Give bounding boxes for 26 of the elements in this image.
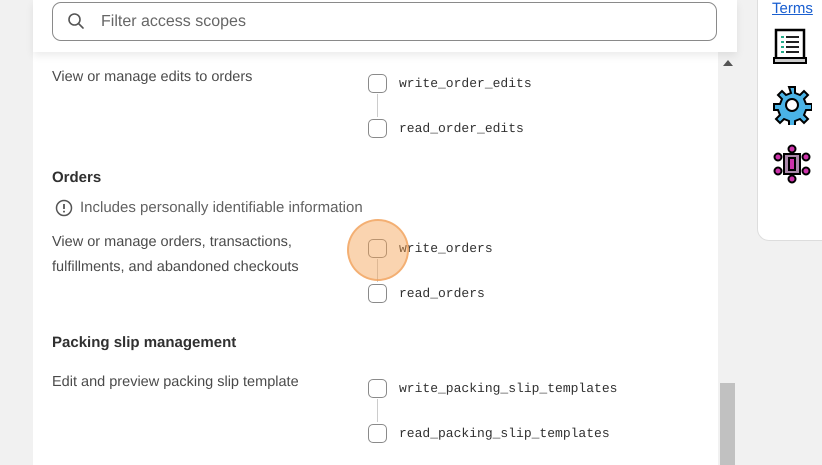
scope-name: write_order_edits <box>399 76 532 90</box>
checkbox[interactable] <box>368 284 387 302</box>
scrollbar[interactable] <box>718 52 737 465</box>
search-field[interactable]: Filter access scopes <box>52 2 717 41</box>
scope-name: read_order_edits <box>399 120 524 136</box>
checkbox[interactable] <box>368 118 387 138</box>
checkbox[interactable] <box>368 238 387 258</box>
scope-description: Edit and preview packing slip template <box>52 373 300 392</box>
terms-link[interactable]: Terms <box>772 0 813 17</box>
checkbox[interactable] <box>368 74 387 92</box>
warning-text: Includes personally identifiable information <box>80 198 363 218</box>
gear-icon[interactable] <box>772 85 812 125</box>
checkbox[interactable] <box>368 424 387 442</box>
scope-name: read_packing_slip_templates <box>399 426 610 440</box>
checkbox[interactable] <box>368 378 387 398</box>
scope-name: write_packing_slip_templates <box>399 380 618 396</box>
network-icon[interactable] <box>772 144 812 184</box>
warning-icon <box>55 199 73 217</box>
scope-name: read_orders <box>399 286 485 300</box>
section-title: Packing slip management <box>52 333 238 353</box>
scope-description: View or manage edits to orders <box>52 68 254 87</box>
scroll-up-icon[interactable] <box>722 60 732 66</box>
scrollbar-thumb[interactable] <box>720 383 735 465</box>
section-title: Orders <box>52 168 102 188</box>
scope-description: View or manage orders, transactions, fulfillments, and abandoned checkouts <box>52 233 300 277</box>
search-icon <box>67 12 85 30</box>
